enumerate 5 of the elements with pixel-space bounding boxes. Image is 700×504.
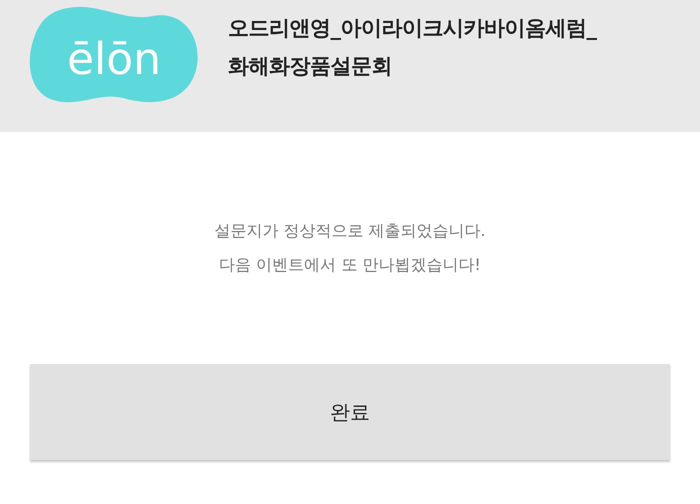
confirmation-message: 설문지가 정상적으로 제출되었습니다. bbox=[214, 220, 486, 242]
done-button[interactable]: 완료 bbox=[30, 364, 670, 460]
survey-title: 화해화장품설문회 bbox=[228, 53, 393, 80]
survey-title: 오드리앤영_아이라이크시카바이옴세럼_ bbox=[228, 15, 596, 42]
confirmation-message: 다음 이벤트에서 또 만나뵙겠습니다! bbox=[219, 254, 481, 276]
